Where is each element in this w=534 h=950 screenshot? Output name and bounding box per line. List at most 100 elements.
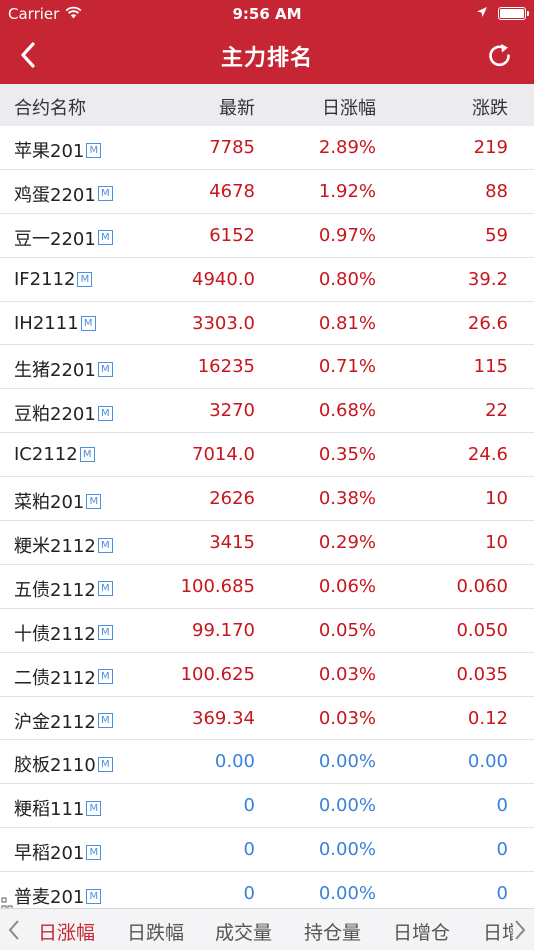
main-contract-badge: M <box>86 888 102 904</box>
daily-change-pct: 0.29% <box>318 532 376 554</box>
table-row[interactable]: 鸡蛋2201 M 4678 1.92% 88 <box>0 170 534 214</box>
table-row[interactable]: IH2111 M 3303.0 0.81% 26.6 <box>0 302 534 346</box>
table-row[interactable]: IC2112 M 7014.0 0.35% 24.6 <box>0 433 534 478</box>
last-price: 7785 <box>209 137 255 158</box>
tab-bar: 日涨幅 日跌幅 成交量 持仓量 日增仓 日增 <box>0 908 534 950</box>
table-row[interactable]: 苹果201 M 7785 2.89% 219 <box>0 126 534 170</box>
contract-name: 十债2112 M <box>14 620 113 646</box>
table-row[interactable]: 沪金2112 M 369.34 0.03% 0.12 <box>0 697 534 741</box>
main-contract-badge: M <box>86 800 102 816</box>
contract-name: 早稻201 M <box>14 839 102 865</box>
contract-name: 苹果201 M <box>14 137 102 163</box>
table-row[interactable]: 豆一2201 M 6152 0.97% 59 <box>0 214 534 258</box>
daily-change-pct: 0.00% <box>318 751 376 773</box>
main-contract-badge: M <box>97 186 113 202</box>
price-change: 22 <box>485 400 508 422</box>
contract-name: 豆粕2201 M <box>14 400 113 426</box>
chevron-right-icon[interactable] <box>510 919 528 941</box>
last-price: 7014.0 <box>192 444 255 466</box>
last-price: 4940.0 <box>192 268 255 290</box>
last-price: 3303.0 <box>192 312 255 334</box>
table-header: 合约名称 最新 日涨幅 涨跌 <box>0 84 534 126</box>
last-price: 16235 <box>197 356 255 378</box>
contract-name-text: 沪金2112 <box>14 711 96 733</box>
contract-name: 鸡蛋2201 M <box>14 181 113 207</box>
price-change: 0.060 <box>456 575 508 597</box>
main-contract-badge: M <box>97 537 113 553</box>
page-title: 主力排名 <box>220 46 313 71</box>
main-contract-badge: M <box>97 669 113 685</box>
contract-name: 沪金2112 M <box>14 708 113 734</box>
table-row[interactable]: 粳米2112 M 3415 0.29% 10 <box>0 521 534 565</box>
price-change: 39.2 <box>467 268 508 290</box>
contract-name: 粳稻111 M <box>14 795 102 821</box>
daily-change-pct: 0.71% <box>318 356 376 378</box>
table-row[interactable]: 豆粕2201 M 3270 0.68% 22 <box>0 389 534 434</box>
table-row[interactable]: 菜粕201 M 2626 0.38% 10 <box>0 477 534 522</box>
tab-more[interactable]: 日增 <box>483 918 513 945</box>
daily-change-pct: 0.97% <box>318 224 376 246</box>
location-icon <box>476 4 488 22</box>
daily-change-pct: 0.80% <box>318 268 376 290</box>
last-price: 369.34 <box>192 707 255 729</box>
contract-name: 生猪2201 M <box>14 356 113 382</box>
last-price: 100.685 <box>180 575 255 597</box>
tab-daily-gain[interactable]: 日涨幅 <box>38 918 95 945</box>
price-change: 0.12 <box>467 707 508 729</box>
price-change: 26.6 <box>467 312 508 334</box>
last-price: 0 <box>243 883 255 905</box>
tab-open-interest[interactable]: 持仓量 <box>304 918 361 945</box>
status-bar: Carrier 9:56 AM <box>0 0 534 26</box>
refresh-button[interactable] <box>480 36 520 76</box>
daily-change-pct: 0.00% <box>318 839 376 861</box>
last-price: 99.170 <box>192 619 255 641</box>
last-price: 3270 <box>209 400 255 422</box>
contract-name-text: 粳米2112 <box>14 536 96 558</box>
column-header-pct[interactable]: 日涨幅 <box>322 94 376 120</box>
price-change: 0 <box>496 839 508 861</box>
main-contract-badge: M <box>77 271 93 287</box>
chevron-left-icon[interactable] <box>6 919 24 941</box>
contract-name-text: 十债2112 <box>14 623 96 645</box>
table-row[interactable]: 粳稻111 M 0 0.00% 0 <box>0 784 534 829</box>
contract-name-text: IH2111 <box>14 312 79 334</box>
price-change: 24.6 <box>467 444 508 466</box>
daily-change-pct: 0.00% <box>318 795 376 817</box>
table-row[interactable]: IF2112 M 4940.0 0.80% 39.2 <box>0 258 534 302</box>
main-contract-badge: M <box>86 844 102 860</box>
table-row[interactable]: 生猪2201 M 16235 0.71% 115 <box>0 345 534 390</box>
table-row[interactable]: 五债2112 M 100.685 0.06% 0.060 <box>0 565 534 609</box>
contract-name: 菜粕201 M <box>14 488 102 514</box>
table-row[interactable]: 二债2112 M 100.625 0.03% 0.035 <box>0 653 534 697</box>
contract-name-text: 胶板2110 <box>14 755 96 777</box>
tab-daily-loss[interactable]: 日跌幅 <box>127 918 184 945</box>
last-price: 4678 <box>209 180 255 202</box>
price-change: 0 <box>496 883 508 905</box>
daily-change-pct: 0.05% <box>318 619 376 641</box>
price-change: 0 <box>496 795 508 817</box>
column-header-change[interactable]: 涨跌 <box>472 94 508 120</box>
main-contract-badge: M <box>97 361 113 377</box>
tab-daily-oi-increase[interactable]: 日增仓 <box>393 918 450 945</box>
app-header: Carrier 9:56 AM 主力排名 <box>0 0 534 84</box>
daily-change-pct: 0.38% <box>318 488 376 510</box>
daily-change-pct: 2.89% <box>318 137 376 158</box>
column-header-last[interactable]: 最新 <box>219 94 255 120</box>
last-price: 100.625 <box>180 663 255 685</box>
refresh-icon <box>489 44 510 67</box>
contract-name-text: 早稻201 <box>14 843 85 865</box>
column-header-name[interactable]: 合约名称 <box>14 94 86 120</box>
contract-name: IH2111 M <box>14 313 96 334</box>
price-change: 10 <box>485 488 508 510</box>
main-contract-badge: M <box>80 315 96 331</box>
daily-change-pct: 0.81% <box>318 312 376 334</box>
contract-name: 豆一2201 M <box>14 225 113 251</box>
table-row[interactable]: 早稻201 M 0 0.00% 0 <box>0 828 534 873</box>
table-row[interactable]: 十债2112 M 99.170 0.05% 0.050 <box>0 609 534 653</box>
main-contract-badge: M <box>86 493 102 509</box>
main-contract-badge: M <box>97 581 113 597</box>
table-row[interactable]: 胶板2110 M 0.00 0.00% 0.00 <box>0 740 534 785</box>
daily-change-pct: 0.06% <box>318 575 376 597</box>
tab-volume[interactable]: 成交量 <box>215 918 272 945</box>
contract-name-text: 菜粕201 <box>14 492 85 514</box>
